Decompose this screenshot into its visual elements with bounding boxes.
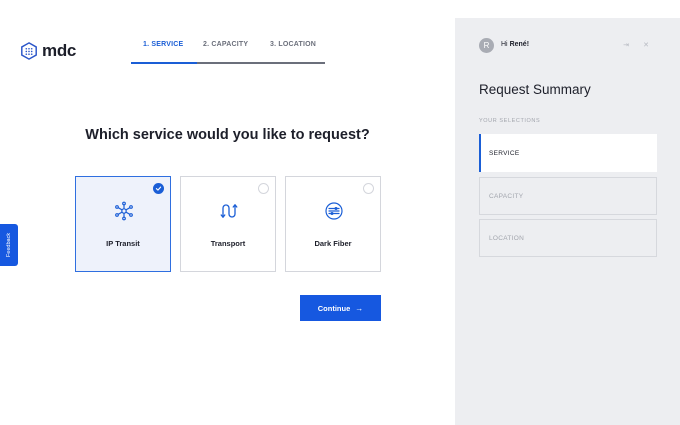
user-greeting: Hi René! [501,41,529,48]
step-progress [131,62,197,64]
main-panel: mdc 1. SERVICE 2. CAPACITY 3. LOCATION W… [0,0,455,425]
radio-circle-icon [363,183,374,194]
summary-item-location[interactable]: LOCATION [479,219,657,257]
service-card-label: Dark Fiber [314,239,352,248]
continue-label: Continue [317,303,351,313]
logo-text: mdc [42,41,77,60]
summary-title: Request Summary [479,82,591,97]
radio-circle-icon [258,183,269,194]
request-summary-sidebar: R Hi René! ⇥ ✕ Request Summary YOUR SELE… [455,18,680,425]
step-service[interactable]: 1. SERVICE [143,41,183,48]
user-name: René! [509,41,530,48]
step-indicator: 1. SERVICE 2. CAPACITY 3. LOCATION [131,41,325,65]
route-icon [220,204,238,218]
service-card-dark-fiber[interactable]: Dark Fiber [285,176,381,272]
summary-item-service[interactable]: SERVICE [479,134,657,172]
arrow-right-icon: → [355,303,364,313]
service-card-label: IP Transit [106,239,140,248]
summary-item-capacity[interactable]: CAPACITY [479,177,657,215]
step-capacity[interactable]: 2. CAPACITY [203,41,248,48]
feedback-label: Feedback [6,232,12,258]
service-card-transport[interactable]: Transport [180,176,276,272]
greeting-prefix: Hi [501,41,508,48]
feedback-tab[interactable]: Feedback [0,224,18,266]
step-location[interactable]: 3. LOCATION [270,41,316,48]
close-icon[interactable]: ✕ [641,40,651,50]
avatar[interactable]: R [479,38,494,53]
selections-section-label: YOUR SELECTIONS [479,118,541,124]
service-card-ip-transit[interactable]: IP Transit [75,176,171,272]
logout-icon[interactable]: ⇥ [621,40,631,50]
logo[interactable]: mdc [20,41,76,61]
selected-check-icon [153,183,164,194]
network-nodes-icon [115,201,133,221]
fiber-icon [325,202,343,220]
service-card-label: Transport [210,239,246,248]
continue-button[interactable]: Continue → [300,295,381,321]
mdc-logo-icon [21,42,37,60]
page-heading: Which service would you like to request? [85,127,370,143]
